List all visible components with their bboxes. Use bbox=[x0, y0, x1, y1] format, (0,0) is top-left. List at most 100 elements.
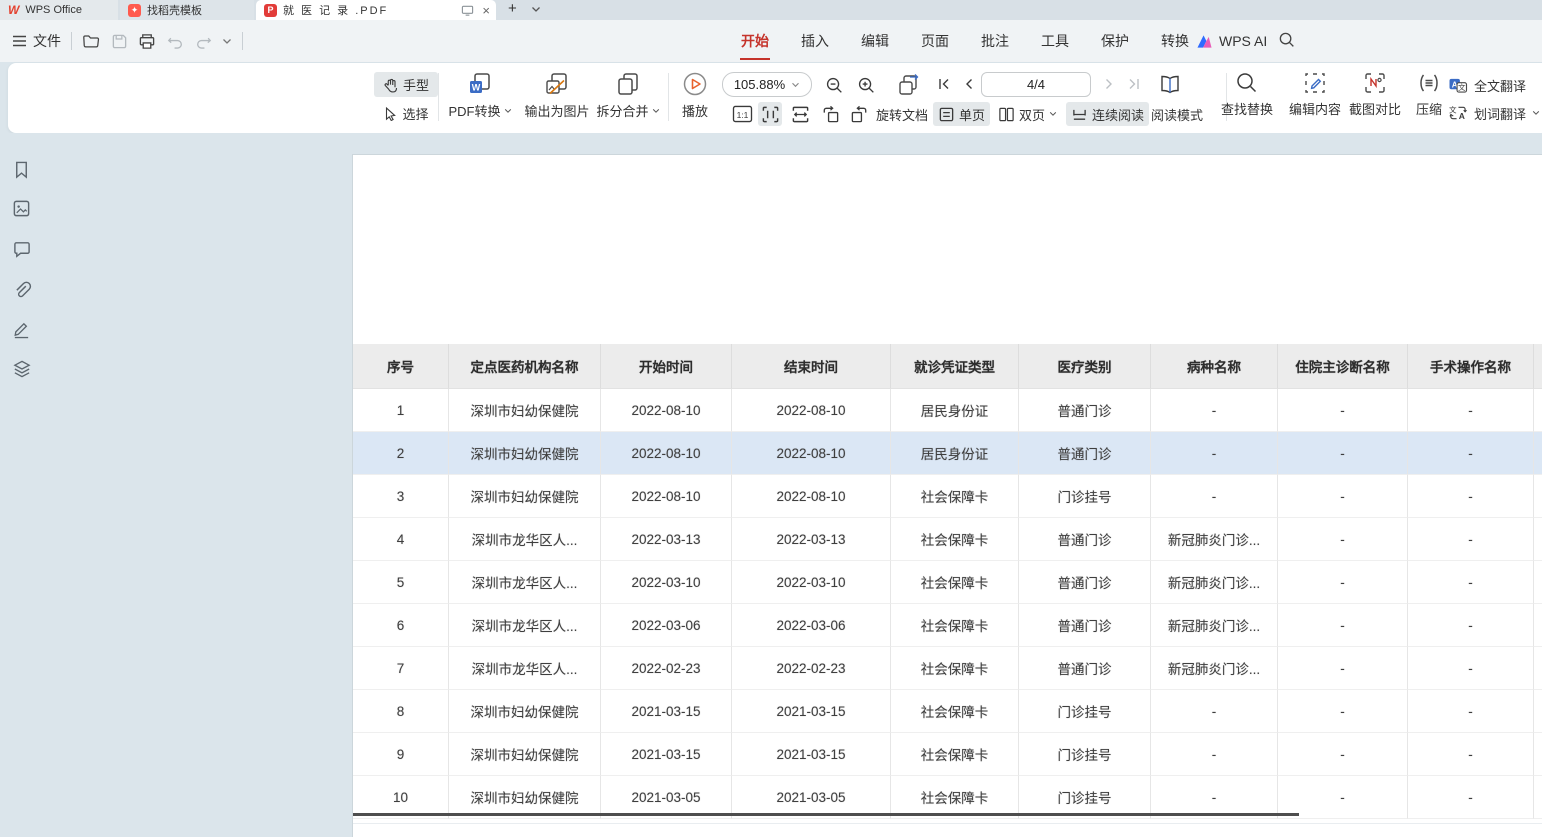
table-row: 6深圳市龙华区人...2022-03-062022-03-06社会保障卡普通门诊… bbox=[353, 604, 1542, 647]
redo-icon[interactable] bbox=[194, 32, 212, 50]
signature-icon[interactable] bbox=[12, 319, 32, 339]
layers-icon[interactable] bbox=[12, 359, 32, 379]
table-cell: 就诊凭证类型 bbox=[891, 344, 1019, 389]
page-edge-line bbox=[353, 823, 1542, 824]
first-page-button[interactable] bbox=[933, 73, 955, 95]
find-replace-button[interactable]: 查找替换 bbox=[1216, 71, 1278, 118]
table-cell: - bbox=[1408, 518, 1534, 561]
continuous-read-button[interactable]: 连续阅读 bbox=[1066, 102, 1149, 126]
play-button[interactable]: 播放 bbox=[674, 71, 716, 120]
divider bbox=[668, 73, 669, 121]
menu-tab-工具[interactable]: 工具 bbox=[1040, 28, 1070, 54]
zoom-out-button[interactable] bbox=[822, 73, 846, 97]
fit-page-icon[interactable] bbox=[758, 102, 782, 126]
read-mode-button[interactable]: 阅读模式 bbox=[1146, 102, 1208, 126]
zoom-in-icon bbox=[857, 76, 876, 95]
pdf-convert-button[interactable]: W PDF转换 bbox=[442, 71, 518, 120]
continuous-read-label: 连续阅读 bbox=[1092, 105, 1144, 124]
table-cell: - bbox=[1408, 776, 1534, 819]
table-cell: - bbox=[1408, 690, 1534, 733]
double-page-button[interactable]: 双页 bbox=[993, 102, 1062, 126]
page-number-input[interactable]: 4/4 bbox=[981, 72, 1091, 97]
attachment-icon[interactable] bbox=[12, 280, 32, 300]
table-cell bbox=[1534, 561, 1542, 604]
compress-button[interactable]: 压缩 bbox=[1404, 71, 1454, 118]
table-row: 5深圳市龙华区人...2022-03-102022-03-10社会保障卡普通门诊… bbox=[353, 561, 1542, 604]
svg-text:W: W bbox=[472, 83, 481, 93]
split-merge-label: 拆分合并 bbox=[596, 101, 648, 120]
zoom-level-select[interactable]: 105.88% bbox=[722, 72, 812, 97]
table-cell: 定点医药机构名称 bbox=[449, 344, 601, 389]
monitor-icon[interactable] bbox=[461, 4, 474, 17]
full-translate-button[interactable]: A文 全文翻译 bbox=[1448, 75, 1526, 95]
single-page-button[interactable]: 单页 bbox=[933, 102, 990, 126]
print-icon[interactable] bbox=[138, 32, 156, 50]
zoom-in-button[interactable] bbox=[854, 73, 878, 97]
table-cell: 开始时间 bbox=[601, 344, 732, 389]
full-translate-label: 全文翻译 bbox=[1474, 76, 1526, 95]
tab-active-document[interactable]: P 就 医 记 录 .PDF × bbox=[256, 0, 496, 20]
wps-ai-button[interactable]: WPS AI bbox=[1196, 20, 1267, 62]
table-cell: - bbox=[1151, 733, 1278, 776]
table-cell: 序号 bbox=[353, 344, 449, 389]
export-as-image-button[interactable]: 输出为图片 bbox=[516, 71, 598, 120]
menu-tab-开始[interactable]: 开始 bbox=[740, 28, 770, 54]
next-page-button[interactable] bbox=[1098, 73, 1120, 95]
rotate-doc-label[interactable]: 旋转文档 bbox=[876, 102, 928, 126]
split-merge-button[interactable]: 拆分合并 bbox=[590, 71, 666, 120]
menu-tab-批注[interactable]: 批注 bbox=[980, 28, 1010, 54]
tab-docer-templates[interactable]: ✦ 找稻壳模板 bbox=[120, 0, 254, 20]
search-icon[interactable] bbox=[1278, 31, 1296, 49]
undo-icon[interactable] bbox=[166, 32, 184, 50]
edit-content-label: 编辑内容 bbox=[1289, 99, 1341, 118]
menu-tab-插入[interactable]: 插入 bbox=[800, 28, 830, 54]
select-tool-button[interactable]: 选择 bbox=[374, 101, 438, 126]
word-translate-button[interactable]: 文A 划词翻译 bbox=[1448, 103, 1540, 123]
edit-content-button[interactable]: 编辑内容 bbox=[1284, 71, 1346, 118]
read-mode-book-icon[interactable] bbox=[1156, 71, 1184, 99]
table-cell: 普通门诊 bbox=[1019, 432, 1151, 475]
rotate-left-icon[interactable] bbox=[818, 102, 842, 126]
thumbnails-icon[interactable] bbox=[12, 199, 32, 219]
table-cell bbox=[1534, 690, 1542, 733]
menu-tab-转换[interactable]: 转换 bbox=[1160, 28, 1190, 54]
tab-label: 找稻壳模板 bbox=[147, 2, 202, 18]
play-icon bbox=[682, 71, 708, 97]
docer-icon: ✦ bbox=[128, 4, 141, 17]
menu-tab-页面[interactable]: 页面 bbox=[920, 28, 950, 54]
comments-icon[interactable] bbox=[12, 240, 32, 260]
actual-size-icon[interactable]: 1:1 bbox=[730, 102, 754, 126]
file-menu-button[interactable]: 文件 bbox=[12, 31, 61, 51]
swap-pages-icon[interactable] bbox=[894, 71, 922, 99]
find-replace-icon bbox=[1235, 71, 1259, 95]
table-cell: 普通门诊 bbox=[1019, 389, 1151, 432]
table-row: 1深圳市妇幼保健院2022-08-102022-08-10居民身份证普通门诊--… bbox=[353, 389, 1542, 432]
previous-page-button[interactable] bbox=[958, 73, 980, 95]
menu-tab-保护[interactable]: 保护 bbox=[1100, 28, 1130, 54]
full-translate-icon: A文 bbox=[1448, 77, 1468, 94]
open-file-icon[interactable] bbox=[82, 32, 100, 50]
save-icon[interactable] bbox=[110, 32, 128, 50]
last-page-button[interactable] bbox=[1123, 73, 1145, 95]
new-tab-button[interactable]: + bbox=[508, 0, 517, 17]
table-cell: 2022-03-06 bbox=[601, 604, 732, 647]
more-history-chevron-icon[interactable] bbox=[222, 38, 232, 45]
table-cell: 2022-03-13 bbox=[601, 518, 732, 561]
menu-tab-编辑[interactable]: 编辑 bbox=[860, 28, 890, 54]
cursor-icon bbox=[383, 106, 397, 121]
pdf-page: 序号定点医药机构名称开始时间结束时间就诊凭证类型医疗类别病种名称住院主诊断名称手… bbox=[352, 154, 1542, 837]
bookmarks-icon[interactable] bbox=[12, 160, 32, 180]
continuous-read-icon bbox=[1071, 107, 1088, 122]
close-tab-icon[interactable]: × bbox=[482, 3, 490, 18]
compress-icon bbox=[1417, 71, 1441, 95]
hand-tool-button[interactable]: 手型 bbox=[374, 72, 438, 97]
table-cell: - bbox=[1151, 475, 1278, 518]
fit-width-icon[interactable] bbox=[788, 102, 812, 126]
table-cell: - bbox=[1278, 561, 1408, 604]
table-cell: 门诊挂号 bbox=[1019, 733, 1151, 776]
rotate-right-icon[interactable] bbox=[848, 102, 872, 126]
play-label: 播放 bbox=[682, 101, 708, 120]
tab-list-chevron-icon[interactable] bbox=[531, 6, 541, 13]
tab-wps-office[interactable]: W WPS Office bbox=[0, 0, 118, 20]
screenshot-compare-button[interactable]: 截图对比 bbox=[1344, 71, 1406, 118]
